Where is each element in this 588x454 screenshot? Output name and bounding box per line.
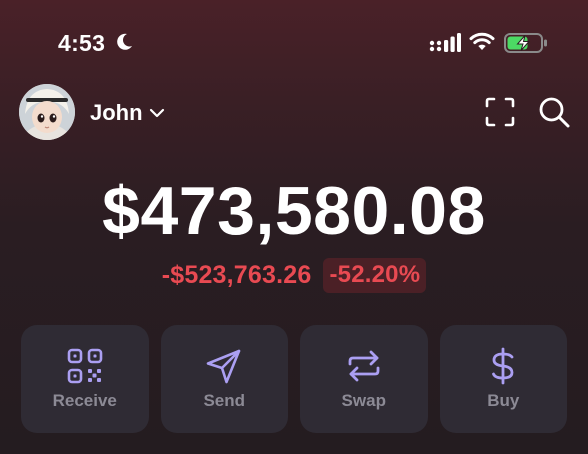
send-label: Send: [203, 391, 246, 410]
buy-label: Buy: [487, 391, 520, 410]
total-balance: $473,580.08: [102, 173, 486, 249]
account-name: John: [90, 100, 143, 125]
account-switcher[interactable]: John: [90, 100, 165, 126]
battery-charging-icon: [504, 33, 547, 53]
send-button[interactable]: Send: [160, 325, 288, 433]
swap-icon: [348, 350, 380, 382]
status-time: 4:53: [58, 30, 106, 56]
scan-icon[interactable]: [484, 96, 516, 128]
moon-icon: [117, 33, 132, 50]
change-percent-badge: -52.20%: [323, 258, 427, 293]
search-icon[interactable]: [537, 95, 571, 129]
send-icon: [206, 349, 241, 384]
action-bar: Receive Send Swap Buy: [21, 325, 567, 433]
qr-code-icon: [67, 348, 103, 384]
avatar-image: [19, 84, 75, 140]
swap-label: Swap: [341, 391, 386, 410]
avatar[interactable]: [19, 84, 75, 140]
receive-label: Receive: [52, 391, 117, 410]
wifi-icon: [469, 32, 495, 50]
chevron-down-icon: [149, 108, 164, 118]
dollar-icon: [492, 347, 514, 385]
receive-button[interactable]: Receive: [21, 325, 149, 433]
swap-button[interactable]: Swap: [300, 325, 428, 433]
status-bar: 4:53: [0, 0, 588, 80]
balance-change: -$523,763.26 -52.20%: [0, 258, 588, 293]
buy-button[interactable]: Buy: [439, 325, 567, 433]
change-amount: -$523,763.26: [161, 261, 312, 289]
cellular-signal-icon: [429, 33, 461, 52]
